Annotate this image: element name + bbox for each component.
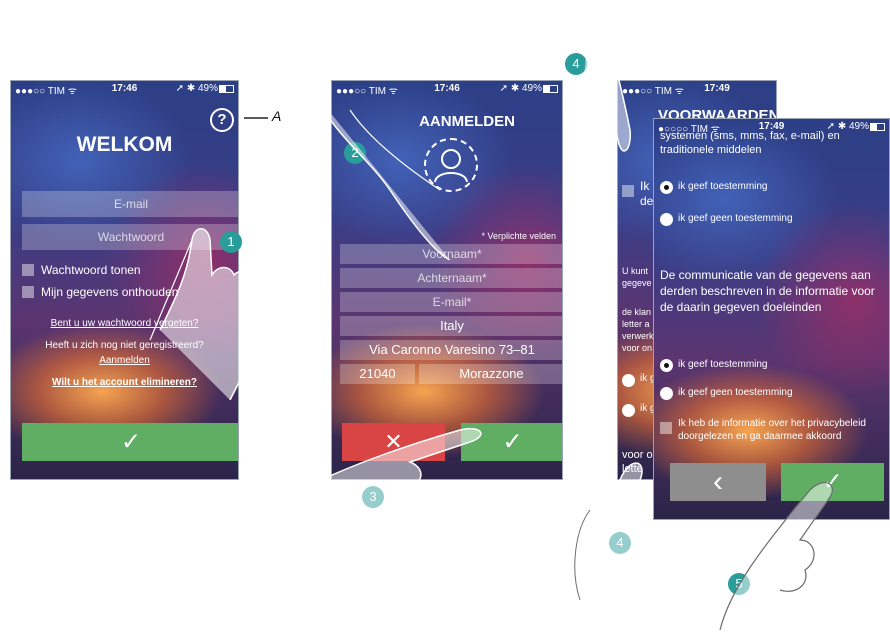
check-icon: ✓ (502, 428, 523, 456)
terms-text: gegeve (622, 278, 652, 288)
step-2-badge: 2 (344, 142, 366, 164)
terms-text: U kunt (622, 266, 649, 276)
delete-account-link[interactable]: Wilt u het account elimineren? (11, 377, 238, 388)
register-confirm-button[interactable]: ✓ (461, 423, 562, 461)
clock: 17:49 (704, 83, 730, 94)
remember-label: Mijn gegevens onthouden (41, 285, 179, 299)
privacy-checkbox[interactable] (660, 422, 672, 434)
step-4-bottom-badge: 4 (609, 532, 631, 554)
help-icon: ? (217, 111, 227, 128)
battery-label: ➚ ✱ 49% (499, 83, 542, 94)
step-1-badge: 1 (220, 231, 242, 253)
not-registered-text: Heeft u zich nog niet geregistreerd? (45, 340, 204, 351)
consent-yes-label-2: ik geef toestemming (678, 359, 768, 370)
consent-yes-label-1: ik geef toestemming (678, 181, 768, 192)
show-password-label: Wachtwoord tonen (41, 263, 141, 277)
battery-label: ➚ ✱ 49% (175, 83, 218, 94)
show-password-checkbox[interactable] (22, 264, 34, 276)
terms-text: systemen (sms, mms, fax, e-mail) en (660, 130, 840, 142)
password-field[interactable]: Wachtwoord (22, 224, 238, 250)
check-icon: ✓ (120, 428, 142, 456)
consent-yes-radio-2[interactable] (660, 359, 673, 372)
terms-text: lette (622, 463, 643, 475)
page-title: AANMELDEN (419, 113, 515, 130)
terms-text: voor o (622, 449, 653, 461)
battery-icon (219, 85, 234, 93)
email-field[interactable]: E-mail* (340, 292, 562, 312)
terms-text: de klan (622, 307, 652, 317)
help-button[interactable]: ? (210, 108, 234, 132)
email-field[interactable]: E-mail (22, 191, 238, 217)
required-note: * Verplichte velden (481, 231, 556, 241)
battery-icon (870, 123, 885, 131)
close-icon: ✕ (384, 429, 403, 454)
privacy-label: Ik heb de informatie over het privacybel… (678, 418, 866, 442)
terms-screen-front: ●○○○○ TIM ᯤ 17:49 ➚ ✱ 49% systemen (sms,… (653, 118, 890, 520)
first-name-field[interactable]: Voornaam* (340, 244, 562, 264)
country-field[interactable]: Italy (340, 316, 562, 336)
callout-a-label: A (272, 108, 282, 124)
status-bar: ●●●○○ TIM ᯤ 17:49 (618, 81, 776, 97)
terms-confirm-button[interactable]: ✓ (781, 463, 884, 501)
terms-check-text-2: de (640, 194, 654, 208)
back-button[interactable]: ‹ (670, 463, 766, 501)
step-4-top-badge: 4 (565, 53, 587, 75)
terms-text: traditionele middelen (660, 144, 762, 156)
status-bar: ●●●○○ TIM ᯤ 17:46 ➚ ✱ 49% (11, 81, 238, 97)
consent-no-label-2: ik geef geen toestemming (678, 387, 793, 398)
battery-icon (543, 85, 558, 93)
address-field[interactable]: Via Caronno Varesino 73–81 (340, 340, 562, 360)
consent-radio[interactable] (622, 374, 635, 387)
terms-check-text-1: Ik (640, 179, 650, 193)
cancel-button[interactable]: ✕ (342, 423, 445, 461)
consent-yes-radio-1[interactable] (660, 181, 673, 194)
login-confirm-button[interactable]: ✓ (22, 423, 238, 461)
consent-no-radio-1[interactable] (660, 213, 673, 226)
consent-no-label-1: ik geef geen toestemming (678, 213, 793, 224)
zip-field[interactable]: 21040 (340, 364, 415, 384)
consent-no-radio-2[interactable] (660, 387, 673, 400)
user-icon (434, 149, 468, 183)
terms-paragraph: De communicatie van de gegevens aan derd… (660, 268, 875, 314)
step-5-badge: 5 (728, 573, 750, 595)
remember-checkbox[interactable] (22, 286, 34, 298)
page-title: WELKOM (76, 133, 173, 156)
step-3-badge: 3 (362, 486, 384, 508)
register-screen: ●●●○○ TIM ᯤ 17:46 ➚ ✱ 49% AANMELDEN * Ve… (331, 80, 563, 480)
welcome-screen: ●●●○○ TIM ᯤ 17:46 ➚ ✱ 49% ? WELKOM E-mai… (10, 80, 239, 480)
status-bar: ●●●○○ TIM ᯤ 17:46 ➚ ✱ 49% (332, 81, 562, 97)
city-field[interactable]: Morazzone (419, 364, 562, 384)
avatar-placeholder[interactable] (424, 138, 478, 192)
chevron-left-icon: ‹ (713, 465, 723, 498)
terms-text: voor on (622, 343, 653, 353)
forgot-password-link[interactable]: Bent u uw wachtwoord vergeten? (11, 318, 238, 329)
terms-checkbox[interactable] (622, 185, 634, 197)
last-name-field[interactable]: Achternaam* (340, 268, 562, 288)
terms-text: verwerk (622, 331, 654, 341)
consent-radio[interactable] (622, 404, 635, 417)
terms-text: letter a (622, 319, 650, 329)
register-link[interactable]: Aanmelden (11, 355, 238, 366)
check-icon: ✓ (822, 468, 843, 496)
